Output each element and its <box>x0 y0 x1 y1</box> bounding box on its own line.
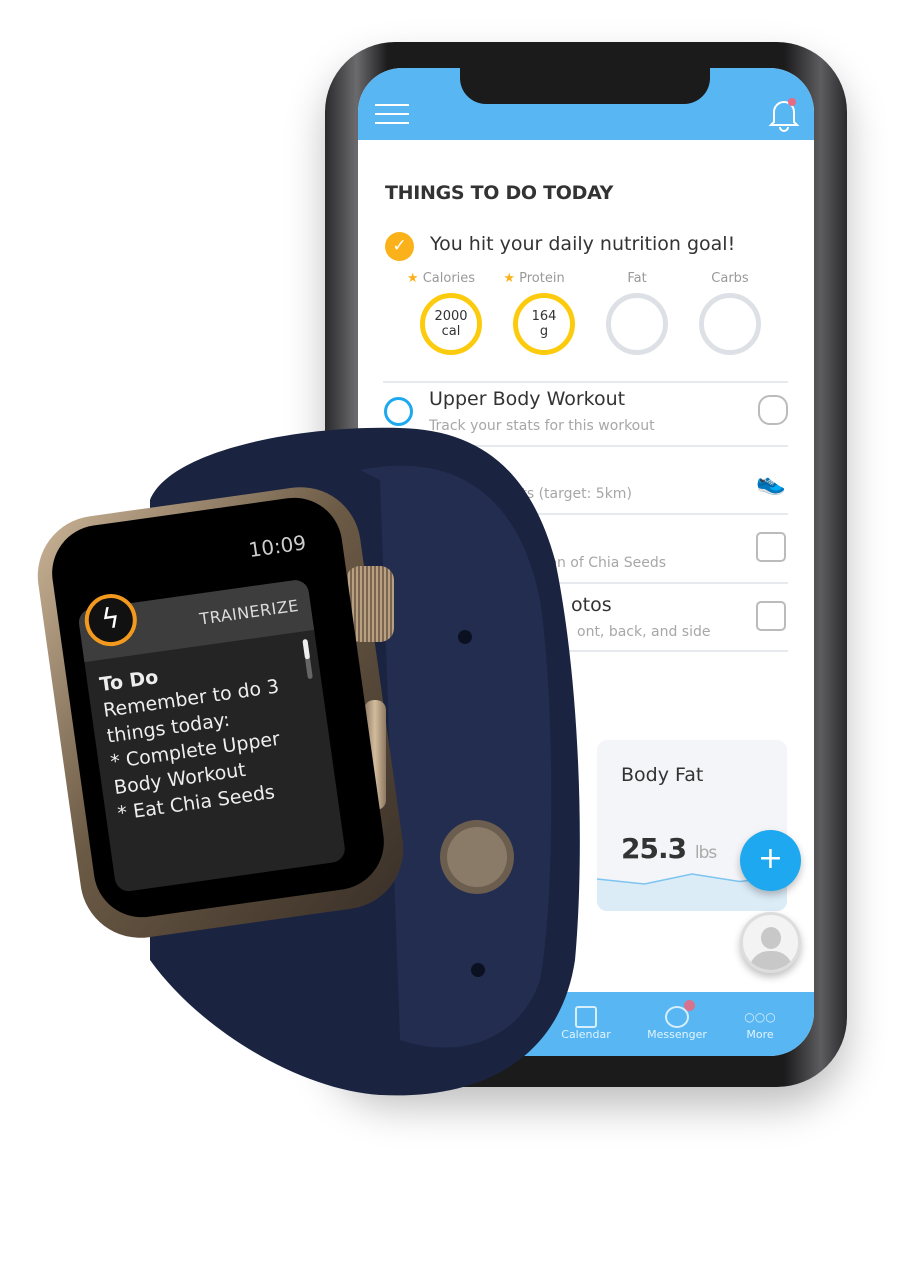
watch-time: 10:09 <box>247 530 308 563</box>
watch-screen: 10:09 TRAINERIZE To Do Remember to do 3t… <box>45 491 391 924</box>
